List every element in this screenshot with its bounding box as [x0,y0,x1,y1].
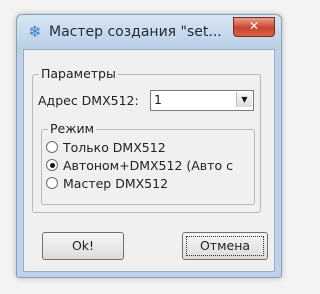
radio-label-master-dmx: Мастер DMX512 [63,176,169,191]
radio-icon[interactable] [46,177,58,189]
address-label: Адрес DMX512: [38,93,139,108]
mode-group: Режим Только DMX512 Автоном+DMX512 (Авто… [41,121,255,205]
radio-master-dmx[interactable]: Мастер DMX512 [46,176,251,192]
address-select[interactable]: 1 ▼ [150,90,254,111]
parameters-group-label: Параметры [39,66,118,81]
mode-group-label: Режим [48,121,97,136]
radio-label-dmx-only: Только DMX512 [63,140,166,155]
dialog-client: Параметры Адрес DMX512: 1 ▼ Режим Только… [23,49,275,272]
radio-icon[interactable] [46,141,58,153]
close-button[interactable]: ✕ [233,17,275,37]
radio-icon-checked[interactable] [46,159,58,171]
radio-label-autonom-dmx: Автоном+DMX512 (Авто с [63,158,233,173]
radio-autonom-dmx[interactable]: Автоном+DMX512 (Авто с [46,158,251,174]
wizard-window: ❄ Мастер создания "set... ✕ Параметры Ад… [16,14,282,278]
chevron-down-icon[interactable]: ▼ [236,92,252,107]
focus-rectangle [186,236,264,256]
ok-button[interactable]: Ok! [42,232,124,260]
radio-dmx-only[interactable]: Только DMX512 [46,140,251,156]
window-title: Мастер создания "set... [49,24,222,40]
parameters-group: Параметры Адрес DMX512: 1 ▼ Режим Только… [32,66,261,213]
title-bar[interactable]: ❄ Мастер создания "set... ✕ [17,15,281,49]
address-value: 1 [154,92,162,107]
cancel-button[interactable]: Отмена [182,232,268,260]
snowflake-icon: ❄ [28,22,42,41]
